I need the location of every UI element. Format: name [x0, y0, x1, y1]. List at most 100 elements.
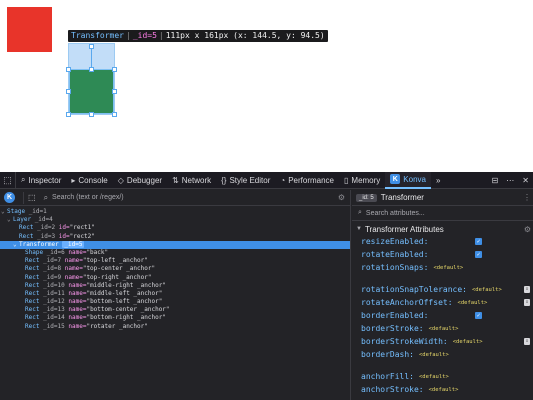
attribute-key: rotationSnaps:	[361, 263, 429, 272]
attribute-checkbox[interactable]: ✓	[475, 312, 482, 319]
tab-inspector[interactable]: ⌕ Inspector	[16, 172, 66, 189]
tree-row[interactable]: ⌄ Layer _id=4	[0, 216, 350, 224]
select-node-picker-icon[interactable]: ⬚	[28, 193, 36, 202]
tree-row[interactable]: Rect _id=7 name="top-left _anchor"	[0, 257, 350, 265]
attribute-default-value[interactable]: <default>	[472, 287, 502, 293]
attributes-search-input[interactable]: Search attributes...	[366, 210, 425, 217]
konva-logo-icon: K	[4, 192, 15, 203]
tooltip-separator: |	[158, 31, 164, 40]
tab-console[interactable]: ▸ Console	[66, 172, 112, 189]
node-tree-pane: K ⬚ ⌕ Search (text or /regex/) ⚙ ⌄ Stage …	[0, 190, 351, 400]
section-title-text: Transformer Attributes	[364, 224, 444, 234]
node-id: _id=14	[43, 314, 65, 322]
tree-row[interactable]: ⌄ Stage _id=1	[0, 208, 350, 216]
node-attr-value: "top-center _anchor"	[82, 265, 156, 273]
node-id: _id=6	[46, 248, 65, 256]
node-type: Layer	[13, 216, 32, 224]
tab-memory[interactable]: ▯ Memory	[339, 172, 385, 189]
element-picker-icon[interactable]: ⬚	[0, 171, 16, 189]
number-stepper[interactable]: ⇕	[524, 286, 530, 293]
tooltip-node-name: Transformer	[71, 31, 124, 40]
attribute-default-value[interactable]: <default>	[419, 352, 449, 358]
tab-label: Performance	[288, 175, 334, 185]
tab-style-editor[interactable]: {} Style Editor	[216, 172, 275, 189]
attribute-checkbox[interactable]: ✓	[475, 251, 482, 258]
tree-row[interactable]: Rect _id=15 name="rotater _anchor"	[0, 323, 350, 331]
settings-gear-icon[interactable]: ⚙	[338, 193, 345, 202]
tab-label: Console	[78, 175, 108, 185]
tab-overflow-button[interactable]: »	[431, 172, 445, 189]
tab-debugger[interactable]: ◇ Debugger	[113, 172, 167, 189]
attributes-section-title[interactable]: ▼ Transformer Attributes ⚙	[352, 223, 533, 235]
attribute-default-value[interactable]: <default>	[429, 387, 459, 393]
tab-network[interactable]: ⇅ Network	[167, 172, 216, 189]
attribute-checkbox[interactable]: ✓	[475, 238, 482, 245]
tree-search-input[interactable]: Search (text or /regex/)	[52, 194, 124, 201]
tree-row[interactable]: Shape _id=6 name="back"	[0, 249, 350, 257]
node-type: Rect	[19, 232, 34, 240]
tree-row[interactable]: Rect _id=3 id="rect2"	[0, 233, 350, 241]
attribute-key: borderEnabled:	[361, 311, 429, 320]
node-attr-key: name=	[68, 289, 87, 297]
green-rectangle[interactable]	[69, 69, 114, 114]
node-type: Shape	[25, 248, 44, 256]
tree-row[interactable]: ⌄ Transformer _id=5	[0, 240, 350, 249]
more-icon[interactable]: ⋮	[523, 193, 531, 202]
tree-row[interactable]: Rect _id=2 id="rect1"	[0, 224, 350, 232]
attribute-key: resizeEnabled:	[361, 237, 429, 246]
node-id: _id=2	[37, 224, 56, 232]
node-attr-key: name=	[68, 314, 87, 322]
tree-row[interactable]: Rect _id=8 name="top-center _anchor"	[0, 265, 350, 273]
node-attr-key: name=	[68, 298, 87, 306]
tab-performance[interactable]: ◔ Performance	[275, 172, 339, 189]
search-icon: ⌕	[43, 192, 49, 202]
bottom-left-anchor[interactable]	[66, 112, 71, 117]
red-rectangle[interactable]	[7, 7, 52, 52]
tab-konva[interactable]: K Konva	[385, 171, 431, 189]
top-left-anchor[interactable]	[66, 67, 71, 72]
node-id-badge: _id: 5	[356, 193, 377, 202]
top-right-anchor[interactable]	[112, 67, 117, 72]
attribute-row: borderDash: <default>	[352, 348, 533, 361]
node-id: _id=12	[43, 298, 65, 306]
konva-canvas[interactable]: Transformer | _id=5 | 111px x 161px (x: 144.…	[0, 0, 533, 172]
number-stepper[interactable]: ⇕	[524, 299, 530, 306]
attribute-key: rotateAnchorOffset:	[361, 298, 453, 307]
node-attr-key: name=	[64, 273, 83, 281]
attribute-default-value[interactable]: <default>	[453, 339, 483, 345]
tree-row[interactable]: Rect _id=11 name="middle-left _anchor"	[0, 290, 350, 298]
attribute-key: borderDash:	[361, 350, 414, 359]
node-type: Rect	[25, 273, 40, 281]
tab-label: Konva	[403, 174, 426, 184]
dock-side-icon[interactable]: ⊟	[488, 176, 503, 185]
settings-gear-icon[interactable]: ⚙	[524, 225, 531, 234]
close-icon[interactable]: ✕	[518, 176, 533, 185]
bottom-center-anchor[interactable]	[89, 112, 94, 117]
attribute-default-value[interactable]: <default>	[419, 374, 449, 380]
tree-row[interactable]: Rect _id=14 name="bottom-right _anchor"	[0, 314, 350, 322]
attribute-row: anchorFill: <default>	[352, 370, 533, 383]
attribute-key: anchorStroke:	[361, 385, 424, 394]
konva-icon: K	[390, 174, 401, 184]
attribute-default-value[interactable]: <default>	[429, 326, 459, 332]
rotater-anchor[interactable]	[89, 44, 94, 49]
tree-row[interactable]: Rect _id=9 name="top-right _anchor"	[0, 274, 350, 282]
attribute-row: rotationSnapTolerance: <default> ⇕	[352, 283, 533, 296]
chevron-down-icon: ▼	[356, 226, 362, 232]
options-menu-icon[interactable]: ⋯	[502, 176, 518, 185]
tooltip-node-id: _id=5	[132, 31, 157, 40]
devtools-toolbar: ⬚ ⌕ Inspector ▸ Console ◇ Debugger ⇅ Network…	[0, 171, 533, 189]
number-stepper[interactable]: ⇕	[524, 338, 530, 345]
tree-row[interactable]: Rect _id=10 name="middle-right _anchor"	[0, 282, 350, 290]
tree-row[interactable]: Rect _id=13 name="bottom-center _anchor"	[0, 306, 350, 314]
bottom-right-anchor[interactable]	[112, 112, 117, 117]
tree-row[interactable]: Rect _id=12 name="bottom-left _anchor"	[0, 298, 350, 306]
middle-right-anchor[interactable]	[112, 89, 117, 94]
tab-label: Memory	[351, 175, 381, 185]
attribute-key: borderStroke:	[361, 324, 424, 333]
top-center-anchor[interactable]	[89, 67, 94, 72]
middle-left-anchor[interactable]	[66, 89, 71, 94]
attribute-default-value[interactable]: <default>	[458, 300, 488, 306]
attribute-row: rotationSnaps: <default>	[352, 261, 533, 274]
attribute-default-value[interactable]: <default>	[433, 265, 463, 271]
